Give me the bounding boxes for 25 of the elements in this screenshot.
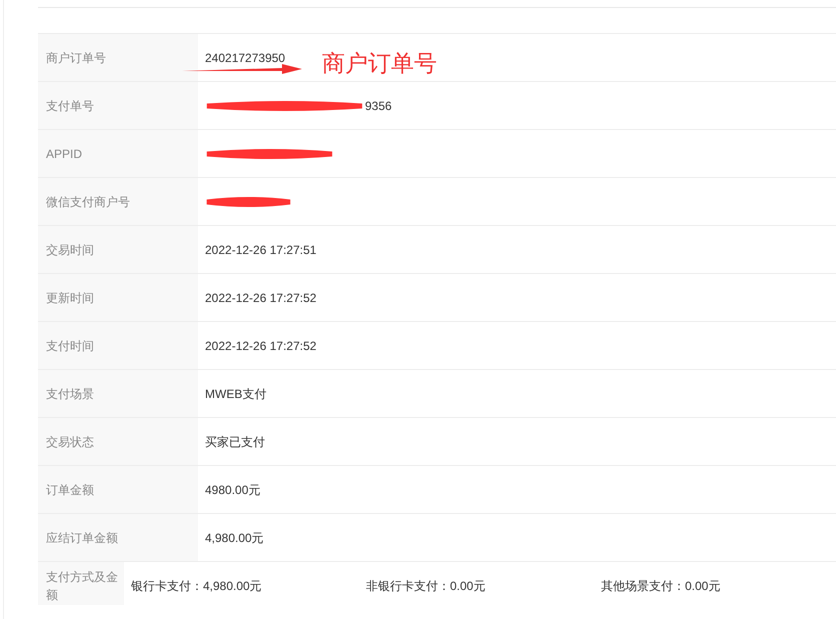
row-value: 240217273950 (205, 50, 286, 66)
row-value: 4980.00元 (205, 482, 260, 498)
row-value: 买家已支付 (205, 434, 265, 450)
row-label: 支付单号 (38, 82, 198, 129)
row-value: 4,980.00元 (205, 530, 264, 546)
row-label: 应结订单金额 (38, 514, 198, 561)
annotation-label: 商户订单号 (322, 52, 437, 75)
row-value: 9356 (365, 98, 392, 114)
row-value: MWEB支付 (205, 386, 266, 402)
row-label: 更新时间 (38, 274, 198, 321)
row-value: 2022-12-26 17:27:52 (205, 338, 316, 354)
payment-amount: 非银行卡支付：0.00元 (366, 578, 486, 594)
row-label: APPID (38, 130, 198, 177)
row-label: 交易时间 (38, 226, 198, 273)
row-label: 微信支付商户号 (38, 178, 198, 225)
payment-amount: 银行卡支付：4,980.00元 (131, 578, 263, 594)
row-value: 2022-12-26 17:27:52 (205, 290, 316, 306)
payment-amount: 其他场景支付：0.00元 (601, 578, 722, 594)
row-label: 支付时间 (38, 322, 198, 369)
row-label: 交易状态 (38, 418, 198, 465)
row-label: 商户订单号 (38, 34, 198, 81)
row-label: 订单金额 (38, 466, 198, 513)
row-label: 支付方式及金额 (38, 562, 124, 605)
row-value: 2022-12-26 17:27:51 (205, 242, 316, 258)
row-label: 支付场景 (38, 370, 198, 417)
